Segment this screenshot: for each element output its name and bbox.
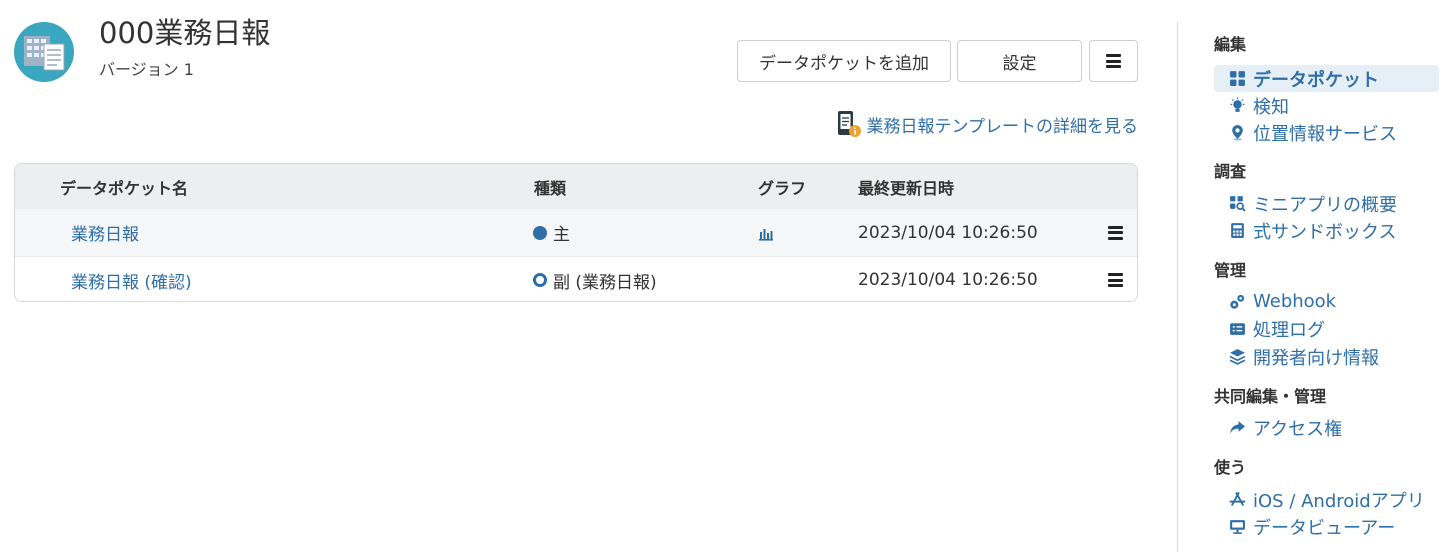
grid-search-icon (1227, 194, 1247, 214)
log-icon (1227, 319, 1247, 339)
template-details-link[interactable]: 業務日報テンプレートの詳細を見る (835, 110, 1139, 138)
sub-type-ring-icon (533, 273, 547, 287)
hamburger-icon (1108, 273, 1123, 287)
template-link-label: 業務日報テンプレートの詳細を見る (866, 116, 1139, 137)
monitor-icon (1227, 517, 1247, 537)
page-title: 000業務日報 (99, 16, 271, 50)
main-type-filled-circle-icon (533, 225, 547, 240)
bar-chart-icon[interactable] (758, 225, 774, 241)
sidebar-heading-collaboration: 共同編集・管理 (1214, 387, 1327, 406)
grid-icon (1227, 69, 1247, 89)
data-pocket-table: データポケット名 種類 グラフ 最終更新日時 業務日報 主 2023/10/04… (14, 163, 1138, 302)
data-pocket-name-link[interactable]: 業務日報 (71, 209, 139, 256)
data-pocket-name-link[interactable]: 業務日報 (確認) (71, 257, 192, 301)
sidebar-item-webhook[interactable]: Webhook (1214, 288, 1439, 315)
column-header-graph: グラフ (758, 178, 807, 198)
more-menu-button[interactable] (1089, 40, 1138, 82)
settings-button[interactable]: 設定 (957, 40, 1082, 82)
type-cell: 主 (533, 209, 570, 256)
sidebar-divider (1177, 22, 1178, 552)
hamburger-icon (1108, 225, 1123, 240)
sidebar-item-mobile-app[interactable]: iOS / Androidアプリ (1214, 486, 1439, 513)
calculator-icon (1227, 221, 1247, 241)
sidebar-item-processing-log[interactable]: 処理ログ (1214, 315, 1439, 342)
sidebar-item-developer-info[interactable]: 開発者向け情報 (1214, 343, 1439, 370)
sidebar-item-data-viewer[interactable]: データビューアー (1214, 513, 1439, 540)
version-label: バージョン 1 (99, 60, 194, 79)
sidebar-item-label: 検知 (1253, 96, 1289, 118)
sidebar-item-access-rights[interactable]: アクセス権 (1214, 414, 1439, 441)
sidebar-item-formula-sandbox[interactable]: 式サンドボックス (1214, 217, 1439, 244)
table-header: データポケット名 種類 グラフ 最終更新日時 (15, 164, 1137, 209)
app-logo-icon (14, 22, 74, 82)
sidebar-item-label: ミニアプリの概要 (1253, 194, 1397, 216)
table-row: 業務日報 主 2023/10/04 10:26:50 (15, 209, 1137, 256)
updated-cell: 2023/10/04 10:26:50 (858, 270, 1038, 290)
updated-cell: 2023/10/04 10:26:50 (858, 222, 1038, 243)
sidebar-item-label: iOS / Androidアプリ (1253, 490, 1425, 512)
sidebar-item-detection[interactable]: 検知 (1214, 92, 1439, 119)
sidebar-item-label: アクセス権 (1253, 418, 1343, 440)
gears-icon (1227, 292, 1247, 312)
sidebar-heading-investigate: 調査 (1214, 162, 1247, 181)
hamburger-icon (1106, 54, 1121, 68)
app-store-icon (1227, 490, 1247, 510)
sidebar-item-label: 式サンドボックス (1253, 221, 1397, 243)
sidebar-heading-manage: 管理 (1214, 261, 1247, 280)
sidebar-item-label: 処理ログ (1253, 319, 1325, 341)
type-label: 主 (553, 225, 570, 245)
lightbulb-icon (1227, 96, 1247, 116)
template-info-icon (837, 111, 861, 137)
layers-icon (1227, 347, 1247, 367)
column-header-type: 種類 (534, 178, 567, 198)
add-data-pocket-button[interactable]: データポケットを追加 (737, 40, 951, 82)
row-menu-button[interactable] (1108, 257, 1123, 301)
sidebar-item-label: 位置情報サービス (1253, 123, 1397, 145)
sidebar-item-mini-app-overview[interactable]: ミニアプリの概要 (1214, 190, 1439, 217)
type-label: 副 (業務日報) (553, 272, 657, 293)
table-row: 業務日報 (確認) 副 (業務日報) 2023/10/04 10:26:50 (15, 256, 1137, 301)
share-arrow-icon (1227, 418, 1247, 438)
sidebar-heading-edit: 編集 (1214, 35, 1247, 54)
map-pin-icon (1227, 123, 1247, 143)
row-menu-button[interactable] (1108, 209, 1123, 256)
sidebar-item-label: 開発者向け情報 (1253, 347, 1379, 369)
sidebar-item-label: Webhook (1253, 291, 1337, 312)
graph-cell[interactable] (758, 209, 774, 256)
sidebar-item-label: データビューアー (1253, 517, 1396, 539)
column-header-updated: 最終更新日時 (858, 178, 955, 198)
sidebar-item-data-pocket[interactable]: データポケット (1214, 65, 1439, 92)
type-cell: 副 (業務日報) (533, 257, 657, 301)
sidebar-heading-use: 使う (1214, 458, 1247, 477)
column-header-name: データポケット名 (60, 178, 189, 198)
sidebar-item-label: データポケット (1253, 69, 1379, 91)
sidebar-item-location-service[interactable]: 位置情報サービス (1214, 119, 1439, 146)
